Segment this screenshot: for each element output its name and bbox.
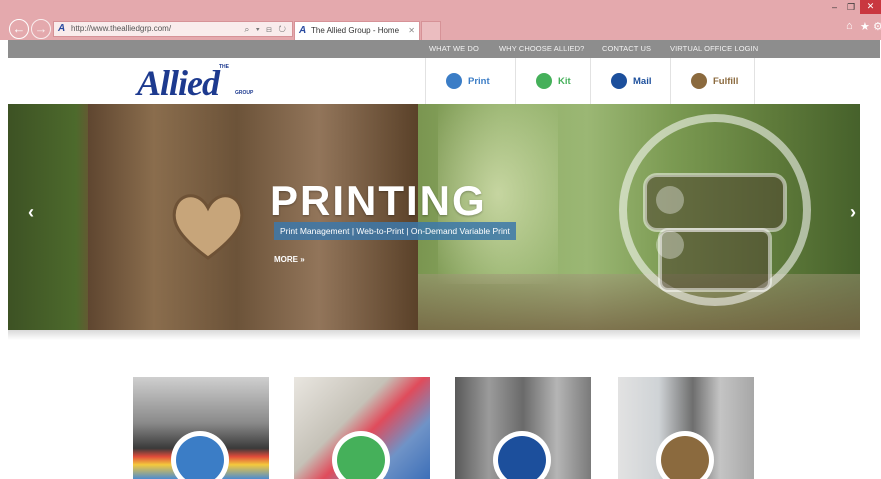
hero-shadow <box>8 330 860 340</box>
browser-chrome: ← → A http://www.thealliedgrp.com/ ⌕ ▾ ⊟… <box>0 0 881 40</box>
hero-prev-arrow-icon[interactable]: ‹ <box>28 202 34 223</box>
service-kit-label: Kit <box>558 76 571 87</box>
back-button[interactable]: ← <box>9 19 29 39</box>
hero-subtitle: Print Management | Web-to-Print | On-Dem… <box>274 222 516 240</box>
tab-close-icon[interactable]: ✕ <box>408 22 415 39</box>
new-tab-button[interactable] <box>421 21 441 40</box>
tab-favicon-icon: A <box>299 25 307 36</box>
hero-title: PRINTING <box>270 177 487 224</box>
address-bar[interactable]: A http://www.thealliedgrp.com/ ⌕ ▾ ⊟ ↻ <box>53 21 293 37</box>
browser-tab[interactable]: A The Allied Group - Home ✕ <box>294 21 420 40</box>
service-print-label: Print <box>468 76 490 87</box>
restore-button[interactable]: ❐ <box>847 2 855 13</box>
kit-icon <box>337 436 385 479</box>
logo-the: THE <box>219 64 229 70</box>
service-kit-link[interactable]: Kit <box>515 58 590 104</box>
address-tools[interactable]: ⌕ ▾ ⊟ ↻ <box>244 22 288 36</box>
forward-button[interactable]: → <box>31 19 51 39</box>
tab-title: The Allied Group - Home <box>311 26 400 35</box>
print-icon <box>176 436 224 479</box>
print-tile[interactable] <box>133 377 269 479</box>
site-header: Allied THE GROUP Print Kit Mail Fulfill <box>8 58 880 104</box>
hero-next-arrow-icon[interactable]: › <box>850 202 856 223</box>
mail-icon <box>611 73 627 89</box>
allied-logo[interactable]: Allied THE GROUP <box>137 62 267 103</box>
hero-more-link[interactable]: MORE » <box>274 255 305 264</box>
fulfill-icon <box>661 436 709 479</box>
fulfill-icon <box>691 73 707 89</box>
nav-contact-us[interactable]: CONTACT US <box>602 44 651 53</box>
mail-icon <box>498 436 546 479</box>
carved-heart-image <box>172 194 244 260</box>
nav-why-choose-allied[interactable]: WHY CHOOSE ALLIED? <box>499 44 584 53</box>
kit-tile[interactable] <box>294 377 430 479</box>
print-icon <box>446 73 462 89</box>
fulfill-tile[interactable] <box>618 377 754 479</box>
window-close-button[interactable]: ✕ <box>860 0 881 14</box>
nav-what-we-do[interactable]: WHAT WE DO <box>429 44 479 53</box>
service-print-link[interactable]: Print <box>425 58 515 104</box>
service-mail-label: Mail <box>633 76 652 87</box>
kit-icon <box>536 73 552 89</box>
mail-tile[interactable] <box>455 377 591 479</box>
print-watermark-icon <box>619 114 811 306</box>
nav-virtual-office-login[interactable]: VIRTUAL OFFICE LOGIN <box>670 44 758 53</box>
back-arrow-icon: ← <box>12 21 26 36</box>
site-top-nav: WHAT WE DO WHY CHOOSE ALLIED? CONTACT US… <box>8 40 880 58</box>
site-favicon-icon: A <box>58 23 66 34</box>
settings-gear-icon[interactable]: ⚙ <box>873 20 881 33</box>
address-url: http://www.thealliedgrp.com/ <box>71 24 172 33</box>
logo-wordmark: Allied <box>137 63 220 103</box>
home-icon[interactable]: ⌂ <box>846 20 853 32</box>
favorites-star-icon[interactable]: ★ <box>860 20 870 33</box>
forward-arrow-icon: → <box>34 21 48 36</box>
logo-group: GROUP <box>235 90 254 96</box>
service-fulfill-label: Fulfill <box>713 76 739 87</box>
minimize-button[interactable]: – <box>832 2 837 12</box>
service-mail-link[interactable]: Mail <box>590 58 670 104</box>
hero-slider: ‹ › PRINTING Print Management | Web-to-P… <box>8 104 860 330</box>
service-fulfill-link[interactable]: Fulfill <box>670 58 755 104</box>
